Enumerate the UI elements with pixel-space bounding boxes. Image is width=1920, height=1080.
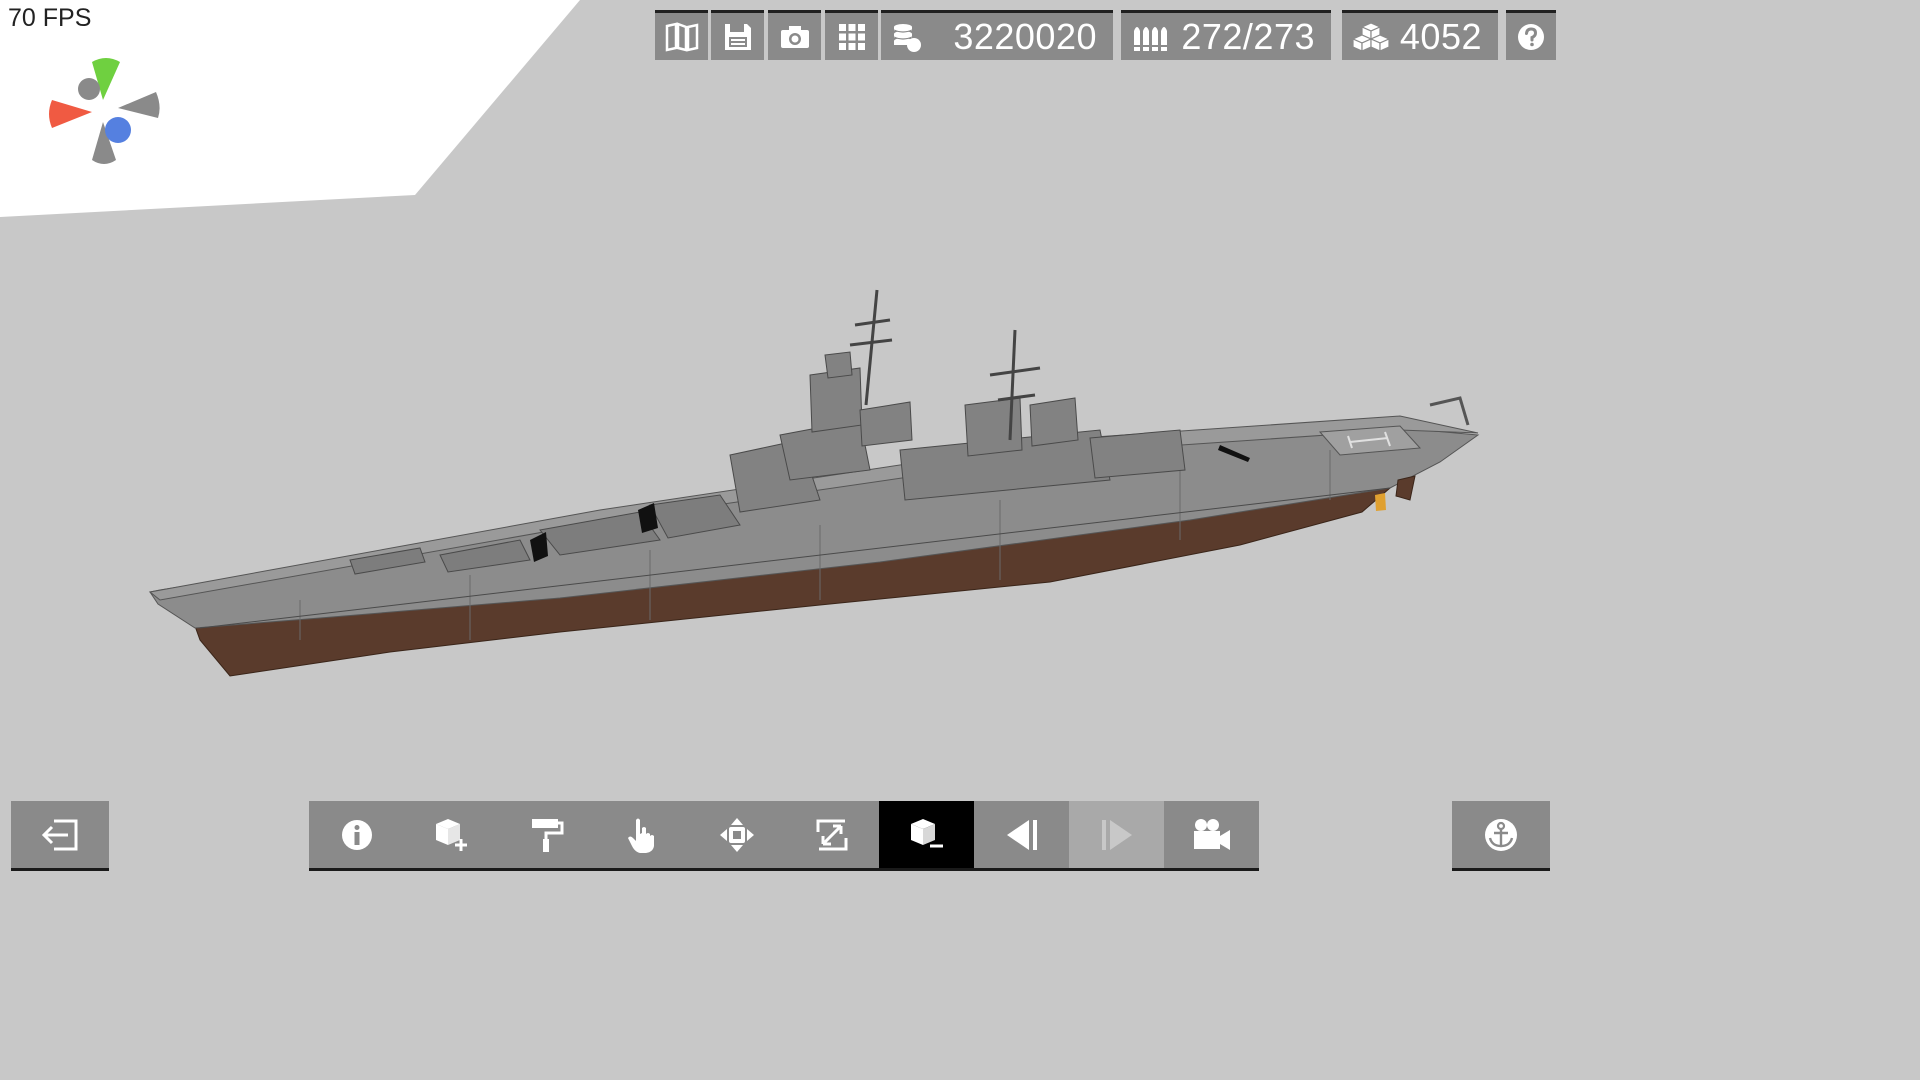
save-icon (724, 23, 751, 50)
ammo-value: 272/273 (1181, 15, 1315, 57)
resize-tool-button[interactable] (784, 801, 879, 871)
undo-icon (1006, 819, 1037, 850)
gizmo-neg-x-axis[interactable] (118, 92, 160, 118)
save-button[interactable] (711, 10, 764, 60)
anchor-button[interactable] (1452, 801, 1550, 871)
gizmo-center (98, 105, 108, 115)
gizmo-neg-z-axis[interactable] (78, 78, 100, 100)
move-tool-button[interactable] (689, 801, 784, 871)
blocks-display: 4052 (1342, 10, 1498, 60)
ammo-icon (1132, 26, 1169, 51)
gizmo-x-axis[interactable] (49, 100, 92, 128)
paint-tool-button[interactable] (499, 801, 594, 871)
help-button[interactable] (1506, 10, 1556, 60)
move-icon (719, 817, 754, 852)
redo-button[interactable] (1069, 801, 1164, 871)
orientation-gizmo[interactable] (40, 50, 170, 175)
remove-block-icon (910, 818, 943, 847)
money-value: 3220020 (953, 15, 1097, 57)
video-camera-tool-button[interactable] (1164, 801, 1259, 871)
grid-icon (838, 23, 865, 50)
grid-button[interactable] (825, 10, 878, 60)
undo-button[interactable] (974, 801, 1069, 871)
redo-icon (1101, 819, 1132, 850)
help-icon (1518, 23, 1544, 50)
blocks-icon (1352, 21, 1390, 52)
info-icon (341, 819, 372, 850)
paint-roller-icon (531, 818, 563, 852)
viewport-3d[interactable] (0, 0, 1568, 882)
exit-icon (41, 819, 78, 850)
resize-icon (816, 819, 847, 850)
exit-button[interactable] (11, 801, 109, 871)
remove-block-tool-button[interactable] (879, 801, 974, 871)
gizmo-z-axis[interactable] (105, 117, 131, 143)
map-icon (665, 21, 698, 52)
select-tool-button[interactable] (594, 801, 689, 871)
ammo-display: 272/273 (1121, 10, 1331, 60)
camera-icon (780, 25, 809, 48)
blocks-value: 4052 (1399, 15, 1482, 57)
map-button[interactable] (655, 10, 708, 60)
top-toolbar: 3220020 272/273 4052 (0, 10, 1568, 62)
info-tool-button[interactable] (309, 801, 404, 871)
add-block-icon (435, 818, 467, 851)
camera-button[interactable] (768, 10, 821, 60)
coins-icon (893, 23, 921, 52)
battleship-model[interactable] (148, 289, 1480, 677)
add-block-tool-button[interactable] (404, 801, 499, 871)
money-display: 3220020 (881, 10, 1113, 60)
anchor-icon (1485, 818, 1517, 851)
video-camera-icon (1193, 818, 1230, 850)
hand-pointer-icon (627, 818, 654, 853)
